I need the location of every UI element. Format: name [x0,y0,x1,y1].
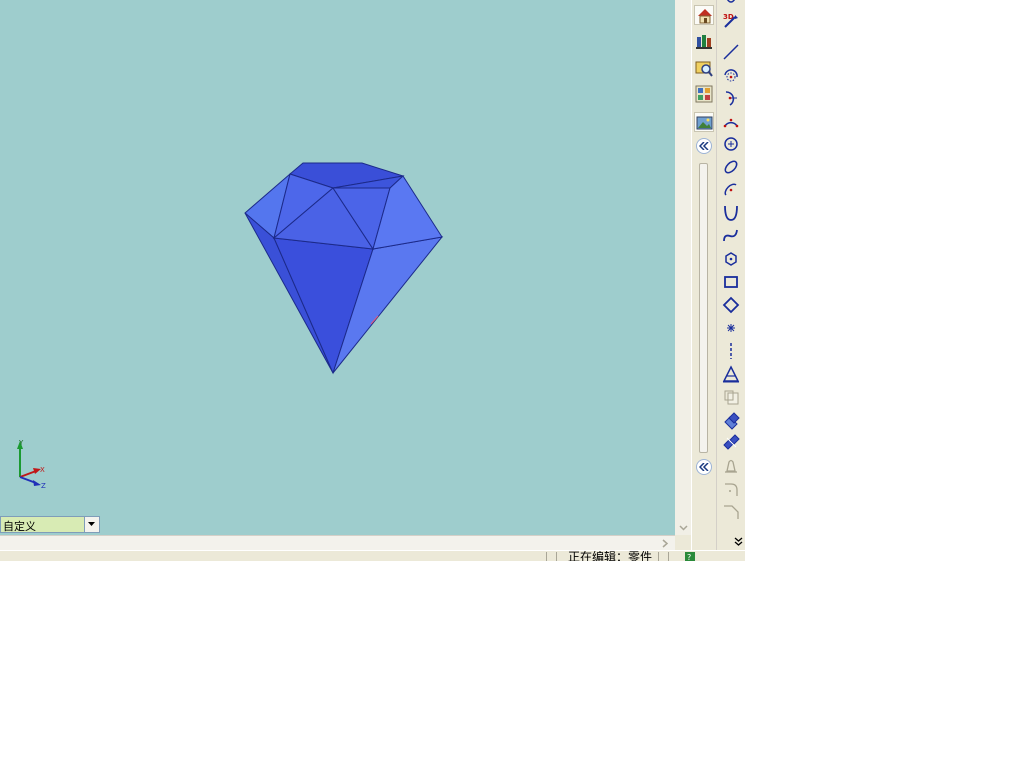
view-orientation-select[interactable]: 自定义 [0,516,100,533]
parallelogram-icon [722,296,740,314]
scrollbar-corner [675,535,691,550]
axis-x-label: X [40,466,45,474]
partial-ellipse-icon [724,183,737,196]
horizontal-scrollbar[interactable] [0,535,675,551]
svg-text:?: ? [687,553,691,561]
arc-button[interactable] [721,88,741,108]
chamfer-button[interactable] [721,479,741,499]
arc-icon [725,91,737,106]
line-button[interactable] [721,42,741,62]
trim-icon [724,505,739,519]
parallelogram-button[interactable] [721,295,741,315]
image-view-tab[interactable] [694,112,714,132]
status-separator [546,552,547,561]
design-tree-icon [695,85,713,103]
spline-button[interactable] [721,226,741,246]
trim-button[interactable] [721,502,741,522]
ellipse-icon [724,160,738,174]
circle-icon [724,137,738,151]
convert-entities-button[interactable] [721,387,741,407]
application-window: Y X Z 自定义 正在编辑：零件 ? 3D [0,0,745,561]
help-icon[interactable]: ? [684,552,696,561]
status-separator [658,552,659,561]
axis-z-label: Z [41,482,46,489]
polygon-icon [725,252,737,266]
convert-entities-icon [724,390,739,405]
status-editing-text: 正在编辑：零件 [568,550,653,561]
status-bar: 正在编辑：零件 ? [0,550,745,561]
point-button[interactable] [721,318,741,338]
vertical-scrollbar[interactable] [675,0,691,535]
sketch-3d-icon: 3D [723,13,738,28]
status-separator [668,552,669,561]
axis-y-label: Y [18,439,24,447]
rectangle-icon [724,276,738,288]
mirror-entities-button[interactable] [721,433,741,453]
fillet-button[interactable] [721,456,741,476]
rectangle-button[interactable] [721,272,741,292]
spline-icon [723,229,738,242]
polygon-button[interactable] [721,249,741,269]
parabola-icon [724,205,738,221]
design-tree-tab[interactable] [694,84,714,104]
partial-arc-icon [726,0,736,3]
centerline-button[interactable] [721,341,741,361]
collapse-button[interactable] [696,459,712,475]
parabola-button[interactable] [721,203,741,223]
collapse-button[interactable] [696,138,712,154]
circle-button[interactable] [721,134,741,154]
sketch-3d-button[interactable]: 3D [721,10,741,30]
view-orientation-value: 自定义 [3,520,36,533]
three-point-arc-button[interactable] [721,111,741,131]
axis-triad: Y X Z [17,439,46,489]
parts-library-tab[interactable] [694,31,714,51]
offset-entities-icon [724,412,740,430]
search-catalog-tab[interactable] [694,58,714,78]
double-chevron-left-icon [699,142,709,150]
chamfer-icon [725,483,738,496]
toolbar-overflow-icon[interactable] [734,537,743,546]
search-catalog-icon [695,61,713,77]
home-icon [698,9,712,24]
task-pane-tabs [691,0,717,550]
fillet-icon [725,459,737,473]
dropdown-arrow-button[interactable] [84,517,99,532]
text-button[interactable] [721,364,741,384]
mirror-entities-icon [723,434,740,450]
scroll-down-icon[interactable] [679,523,688,532]
text-icon [722,365,740,383]
double-chevron-left-icon [699,463,709,471]
parts-library-icon [696,35,712,49]
three-point-arc-icon [723,118,739,128]
chevron-down-icon [88,522,95,526]
sketch-toolbar: 3D [716,0,745,550]
line-icon [723,44,739,60]
graphics-viewport[interactable]: Y X Z 自定义 [0,0,675,535]
home-tab[interactable] [694,5,714,25]
centerline-icon [730,343,732,359]
partial-ellipse-button[interactable] [721,180,741,200]
offset-entities-button[interactable] [721,410,741,430]
pane-scroll-track[interactable] [699,163,708,453]
ellipse-button[interactable] [721,157,741,177]
scroll-right-icon[interactable] [661,539,669,548]
point-icon [727,324,735,332]
image-view-icon [696,116,713,130]
tangent-arc-button[interactable] [721,65,741,85]
diamond-model[interactable] [240,158,448,380]
status-separator [556,552,557,561]
tangent-arc-icon [724,69,738,82]
